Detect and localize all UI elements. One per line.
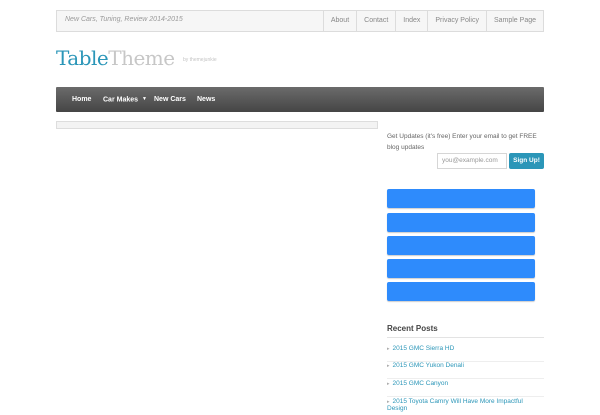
divider xyxy=(387,378,544,379)
top-links: About Contact Index Privacy Policy Sampl… xyxy=(322,11,543,31)
arrow-right-icon: ▸ xyxy=(387,381,390,387)
arrow-right-icon: ▸ xyxy=(387,346,390,352)
recent-post-title: 2015 GMC Yukon Denali xyxy=(392,362,464,369)
recent-post-title: 2015 Toyota Camry Will Have More Impactf… xyxy=(387,398,523,412)
logo-byline: by themejunkie xyxy=(183,57,217,63)
signup-button[interactable]: Sign Up! xyxy=(509,153,544,169)
recent-post-title: 2015 GMC Sierra HD xyxy=(392,345,455,352)
top-link-index[interactable]: Index xyxy=(395,11,427,31)
divider xyxy=(387,337,544,338)
recent-post-title: 2015 GMC Canyon xyxy=(392,380,449,387)
site-logo[interactable]: TableTheme xyxy=(56,46,175,70)
ad-banner[interactable] xyxy=(387,236,535,255)
nav-new-cars[interactable]: New Cars xyxy=(154,87,186,112)
nav-home[interactable]: Home xyxy=(72,87,91,112)
recent-posts-title: Recent Posts xyxy=(387,324,438,333)
top-link-sample-page[interactable]: Sample Page xyxy=(485,11,543,31)
content-area-bar xyxy=(56,121,378,129)
updates-text: Get Updates (it's free) Enter your email… xyxy=(387,133,537,151)
top-link-about[interactable]: About xyxy=(322,11,356,31)
nav-news[interactable]: News xyxy=(197,87,215,112)
main-nav: Home Car Makes ▼ New Cars News xyxy=(56,87,544,112)
divider xyxy=(387,396,544,397)
top-link-privacy-policy[interactable]: Privacy Policy xyxy=(427,11,486,31)
caret-down-icon: ▼ xyxy=(142,96,147,102)
site-tagline: New Cars, Tuning, Review 2014-2015 xyxy=(65,16,183,23)
top-link-contact[interactable]: Contact xyxy=(356,11,395,31)
ad-banner[interactable] xyxy=(387,282,535,301)
nav-car-makes-label: Car Makes xyxy=(103,96,139,104)
logo-part-table: Table xyxy=(56,46,109,70)
top-bar: New Cars, Tuning, Review 2014-2015 About… xyxy=(56,10,544,32)
recent-post-link[interactable]: ▸ 2015 Toyota Camry Will Have More Impact… xyxy=(387,398,544,415)
arrow-right-icon: ▸ xyxy=(387,363,390,369)
nav-car-makes[interactable]: Car Makes ▼ xyxy=(103,87,147,112)
sidebar: Get Updates (it's free) Enter your email… xyxy=(387,131,544,412)
ad-banner[interactable] xyxy=(387,213,535,232)
recent-post-link[interactable]: ▸ 2015 GMC Sierra HD xyxy=(387,345,544,362)
ad-banner[interactable] xyxy=(387,189,535,208)
recent-post-link[interactable]: ▸ 2015 GMC Canyon xyxy=(387,380,544,397)
email-field[interactable]: you@example.com xyxy=(437,153,507,169)
recent-post-link[interactable]: ▸ 2015 GMC Yukon Denali xyxy=(387,362,544,379)
logo-part-theme: Theme xyxy=(108,46,175,70)
email-signup-form: you@example.com Sign Up! xyxy=(437,153,544,169)
ad-banner[interactable] xyxy=(387,259,535,278)
